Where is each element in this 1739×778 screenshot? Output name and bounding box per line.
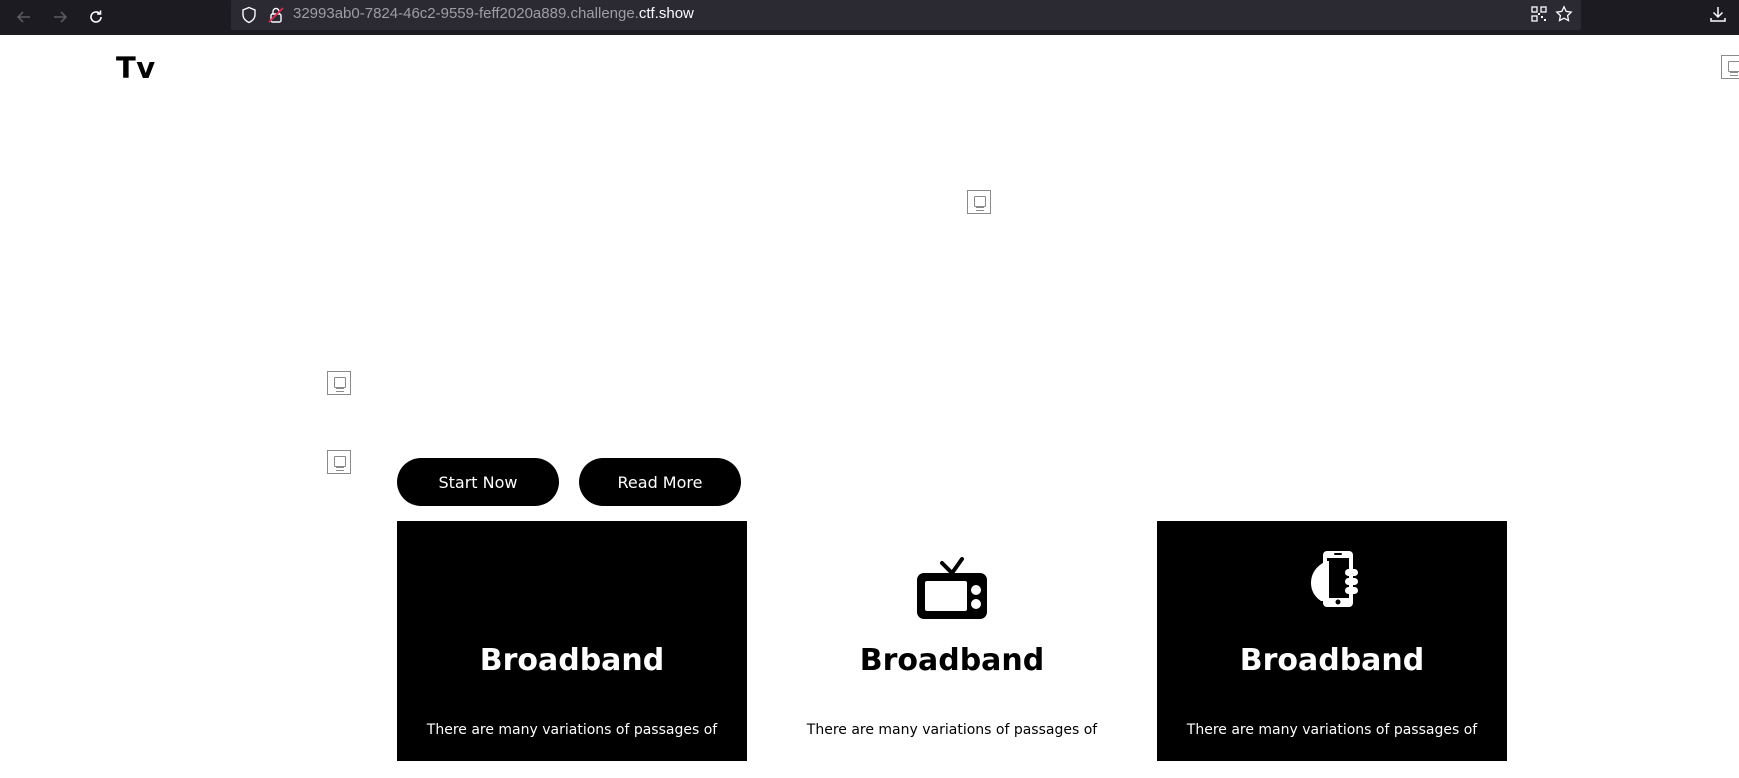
shield-icon[interactable] xyxy=(241,6,257,28)
card-title: Broadband xyxy=(479,643,665,678)
broken-image-icon xyxy=(327,450,351,474)
tv-icon xyxy=(777,549,1127,621)
url-domain: ctf.show xyxy=(638,5,694,22)
site-logo[interactable]: Tv xyxy=(116,51,156,85)
url-prefix: 32993ab0-7824-46c2-9559-feff2020a889.cha… xyxy=(293,5,639,22)
qr-code-icon[interactable] xyxy=(1531,6,1547,26)
card-title: Broadband xyxy=(859,643,1045,678)
download-icon[interactable] xyxy=(1709,5,1727,27)
browser-toolbar: 32993ab0-7824-46c2-9559-feff2020a889.cha… xyxy=(0,0,1739,35)
back-arrow-icon[interactable] xyxy=(12,5,36,29)
service-card: Broadband There are many variations of p… xyxy=(777,521,1127,761)
service-card: Broadband There are many variations of p… xyxy=(1157,521,1507,761)
url-bar[interactable]: 32993ab0-7824-46c2-9559-feff2020a889.cha… xyxy=(231,0,1581,30)
card-text: There are many variations of passages of xyxy=(806,722,1098,738)
insecure-lock-icon[interactable] xyxy=(268,6,284,28)
start-now-button[interactable]: Start Now xyxy=(397,458,559,506)
bookmark-star-icon[interactable] xyxy=(1555,5,1573,27)
reload-icon[interactable] xyxy=(84,5,108,29)
broken-image-icon xyxy=(1721,55,1739,79)
read-more-button[interactable]: Read More xyxy=(579,458,741,506)
page-content: Tv Start Now Read More Broadband There a… xyxy=(0,35,1739,778)
card-text: There are many variations of passages of xyxy=(1186,722,1478,738)
service-card: Broadband There are many variations of p… xyxy=(397,521,747,761)
card-text: There are many variations of passages of xyxy=(426,722,718,738)
forward-arrow-icon[interactable] xyxy=(48,5,72,29)
url-text: 32993ab0-7824-46c2-9559-feff2020a889.cha… xyxy=(293,5,694,22)
broken-image-icon xyxy=(967,190,991,214)
broken-image-icon xyxy=(327,371,351,395)
card-title: Broadband xyxy=(1239,643,1425,678)
phone-in-hand-icon xyxy=(1157,549,1507,621)
